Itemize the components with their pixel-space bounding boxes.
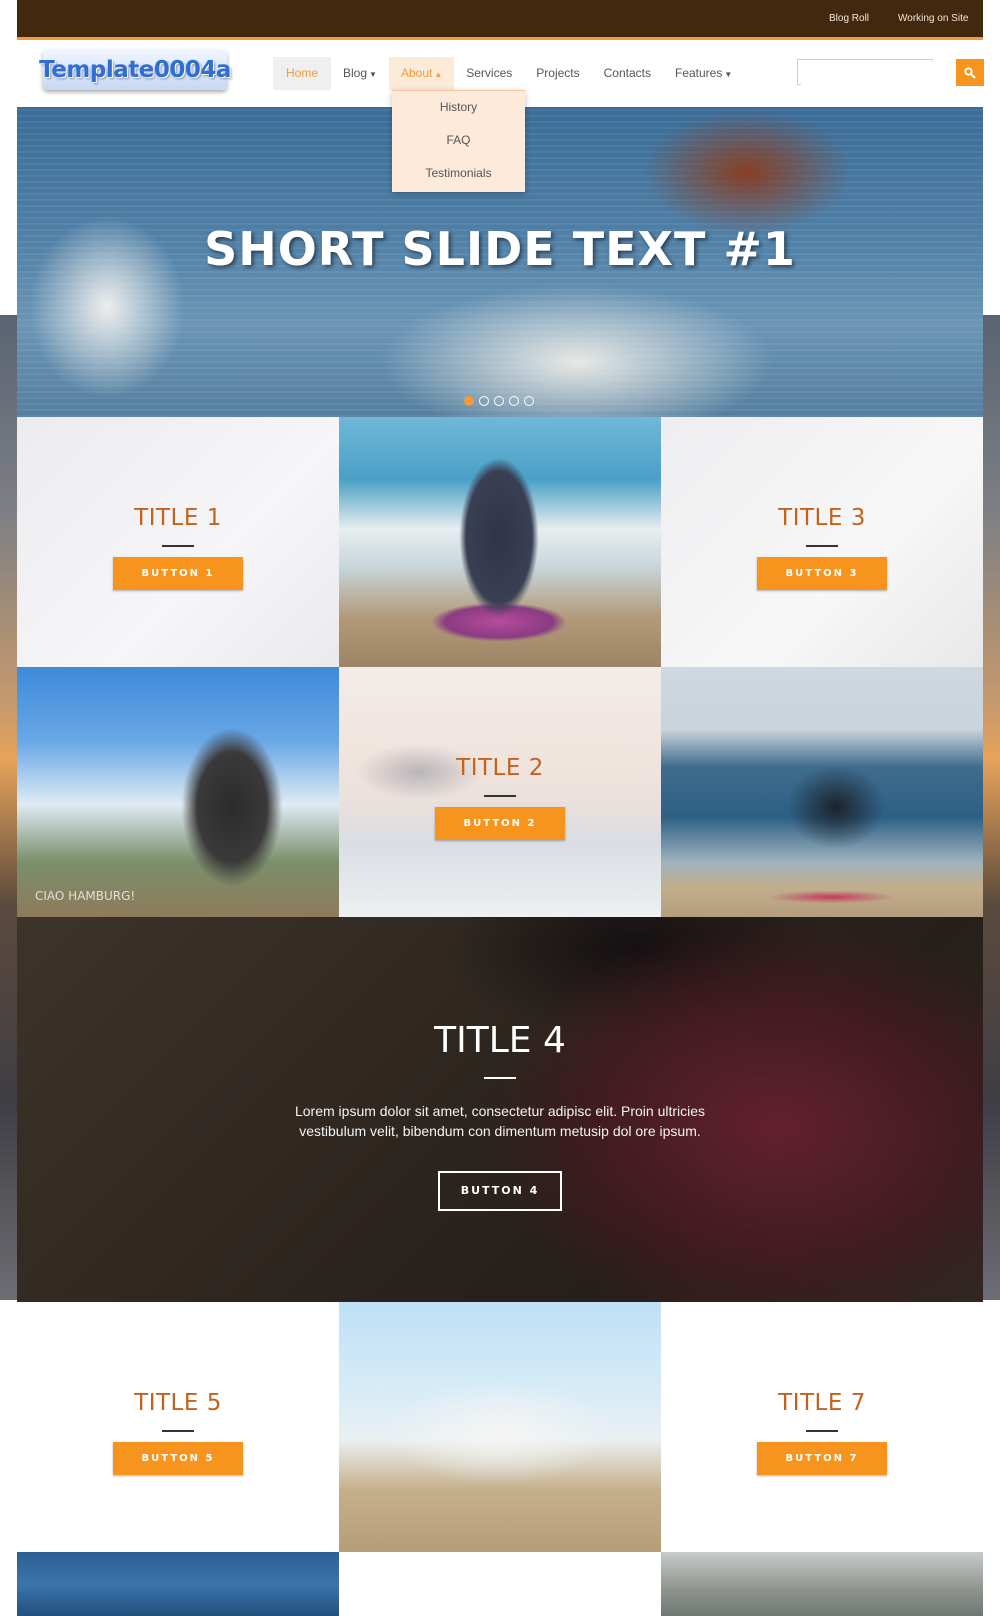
slider-dot[interactable] [464,396,474,406]
about-dropdown-menu: History FAQ Testimonials [392,90,525,192]
slider-dot[interactable] [524,396,534,406]
nav-services-label: Services [466,66,513,80]
nav-services[interactable]: Services [454,57,524,90]
tile-3: TITLE 3 BUTTON 3 [661,417,983,667]
tile-title: TITLE 2 [456,755,544,781]
button-1[interactable]: BUTTON 1 [113,557,243,590]
tile-image-meditation [339,417,661,667]
tile-image-headstand [661,667,983,917]
feature-section: TITLE 4 Lorem ipsum dolor sit amet, cons… [17,917,983,1302]
tile-title: TITLE 1 [134,505,222,531]
top-bar: Blog Roll Working on Site [17,0,983,40]
logo-text: Template0004a [39,57,231,83]
nav-features-label: Features [674,66,723,80]
slider-dots [464,396,534,406]
slider-dot[interactable] [479,396,489,406]
button-7[interactable]: BUTTON 7 [757,1442,887,1475]
search-button[interactable] [956,59,984,86]
search-box [797,59,933,85]
tile-empty [339,1552,661,1616]
tile-5: TITLE 5 BUTTON 5 [17,1302,339,1552]
divider [484,795,516,797]
nav-contacts[interactable]: Contacts [592,57,663,90]
chevron-down-icon: ▼ [369,70,377,79]
banner-text: CIAO HAMBURG! [35,889,136,903]
divider [806,545,838,547]
nav-blog-label: Blog [343,66,368,80]
site-logo[interactable]: Template0004a [39,50,231,90]
tile-7: TITLE 7 BUTTON 7 [661,1302,983,1552]
divider [162,545,194,547]
nav-features[interactable]: Features ▼ [663,57,744,90]
chevron-up-icon: ▲ [434,70,443,79]
button-3[interactable]: BUTTON 3 [757,557,887,590]
tile-image-group-yoga [339,1302,661,1552]
main-nav: Home Blog ▼ About ▲ Services Projects Cont… [273,57,744,90]
tile-image-sea [17,1552,339,1616]
chevron-down-icon: ▼ [724,70,733,79]
divider [806,1430,838,1432]
dropdown-item-faq[interactable]: FAQ [392,124,525,157]
dropdown-item-history[interactable]: History [392,91,525,124]
divider [484,1077,516,1079]
nav-home-label: Home [286,66,319,80]
tile-title: TITLE 7 [778,1390,866,1416]
tile-2: TITLE 2 BUTTON 2 [339,667,661,917]
button-2[interactable]: BUTTON 2 [435,807,565,840]
blog-roll-link[interactable]: Blog Roll [829,13,869,24]
working-on-site-link[interactable]: Working on Site [898,13,968,24]
button-5[interactable]: BUTTON 5 [113,1442,243,1475]
nav-about[interactable]: About ▲ [388,57,455,90]
feature-text-line-2: vestibulum velit, bibendum con dimentum … [299,1123,701,1139]
search-icon [964,66,976,79]
button-4[interactable]: BUTTON 4 [438,1171,562,1211]
nav-projects[interactable]: Projects [524,57,591,90]
feature-title: TITLE 4 [434,1020,566,1061]
tile-title: TITLE 3 [778,505,866,531]
feature-text-line-1: Lorem ipsum dolor sit amet, consectetur … [294,1103,706,1119]
tile-image-coast [661,1552,983,1616]
nav-blog[interactable]: Blog ▼ [331,57,389,90]
slider-dot[interactable] [509,396,519,406]
slide-text: SHORT SLIDE TEXT #1 [204,222,796,276]
nav-projects-label: Projects [536,66,580,80]
nav-contacts-label: Contacts [603,66,651,80]
slider-dot[interactable] [494,396,504,406]
tile-image-yoga-pose: CIAO HAMBURG! [17,667,339,917]
tile-1: TITLE 1 BUTTON 1 [17,417,339,667]
nav-about-label: About [400,66,433,80]
divider [162,1430,194,1432]
search-input[interactable] [801,61,933,85]
tile-title: TITLE 5 [134,1390,222,1416]
nav-home[interactable]: Home [273,57,332,90]
dropdown-item-testimonials[interactable]: Testimonials [392,157,525,190]
